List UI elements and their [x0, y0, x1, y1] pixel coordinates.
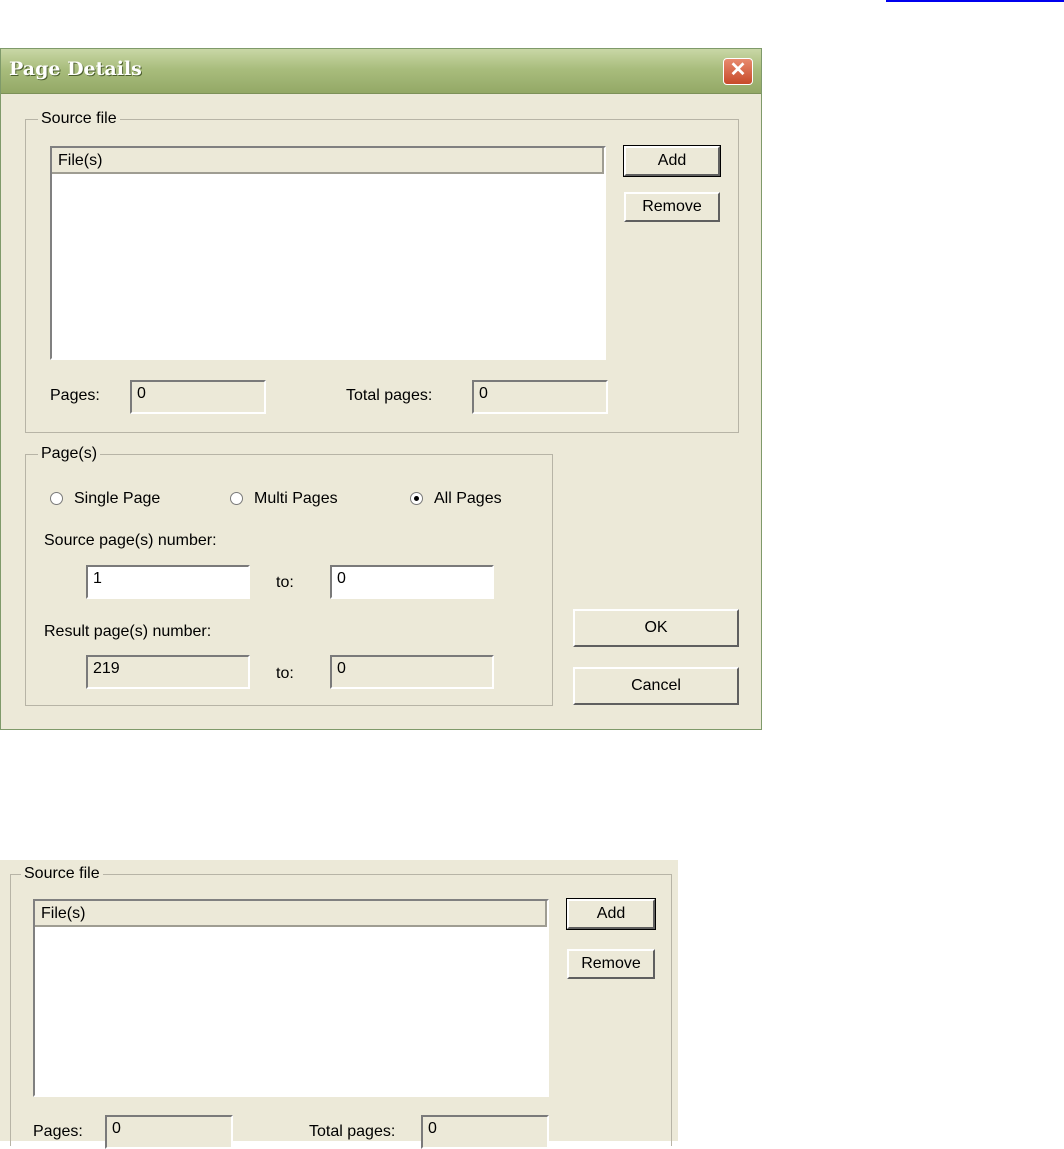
top-link-underline[interactable] — [886, 0, 1064, 2]
close-icon: ✕ — [729, 59, 747, 81]
file-list-header[interactable]: File(s) — [52, 148, 604, 174]
result-page-number-label: Result page(s) number: — [44, 623, 212, 640]
result-to-label: to: — [276, 665, 294, 682]
multi-pages-radio[interactable] — [230, 492, 243, 505]
total-pages-field: 0 — [472, 380, 608, 414]
pages-label: Pages: — [50, 387, 100, 404]
source-to-label: to: — [276, 574, 294, 591]
file-list[interactable]: File(s) — [50, 146, 606, 360]
add-button-2[interactable]: Add — [566, 898, 656, 930]
all-pages-label[interactable]: All Pages — [434, 490, 502, 508]
single-page-label[interactable]: Single Page — [74, 490, 160, 508]
source-from-field[interactable]: 1 — [86, 565, 250, 599]
ok-button[interactable]: OK — [573, 609, 739, 647]
pages-legend: Page(s) — [38, 445, 101, 463]
total-pages-label: Total pages: — [346, 387, 433, 404]
multi-pages-label[interactable]: Multi Pages — [254, 490, 338, 508]
cancel-button[interactable]: Cancel — [573, 667, 739, 705]
pages-field: 0 — [130, 380, 266, 414]
remove-button-2[interactable]: Remove — [567, 949, 655, 979]
source-to-field[interactable]: 0 — [330, 565, 494, 599]
dialog-title: Page Details — [9, 58, 142, 80]
result-from-field: 219 — [86, 655, 250, 689]
remove-button[interactable]: Remove — [624, 192, 720, 222]
single-page-radio[interactable] — [50, 492, 63, 505]
file-list-header-2[interactable]: File(s) — [35, 901, 547, 927]
file-list-2[interactable]: File(s) — [33, 899, 549, 1097]
total-pages-field-2: 0 — [421, 1115, 549, 1149]
pages-field-2: 0 — [105, 1115, 233, 1149]
source-file-legend-2: Source file — [21, 865, 103, 883]
source-file-group-2: Source file File(s) Add Remove Pages: 0 … — [10, 865, 672, 1149]
total-pages-label-2: Total pages: — [309, 1123, 396, 1140]
source-file-panel-closeup: Source file File(s) Add Remove Pages: 0 … — [0, 860, 678, 1149]
pages-label-2: Pages: — [33, 1123, 83, 1140]
title-bar[interactable]: Page Details ✕ — [1, 49, 761, 94]
source-file-group: Source file File(s) Add Remove Pages: 0 … — [25, 110, 739, 433]
result-to-field: 0 — [330, 655, 494, 689]
add-button[interactable]: Add — [623, 145, 721, 177]
page-details-dialog: Page Details ✕ Source file File(s) Add R… — [0, 48, 762, 730]
source-page-number-label: Source page(s) number: — [44, 532, 217, 549]
all-pages-radio[interactable] — [410, 492, 423, 505]
close-button[interactable]: ✕ — [723, 58, 753, 85]
source-file-legend: Source file — [38, 110, 120, 128]
pages-group: Page(s) Single Page Multi Pages All Page… — [25, 445, 553, 706]
